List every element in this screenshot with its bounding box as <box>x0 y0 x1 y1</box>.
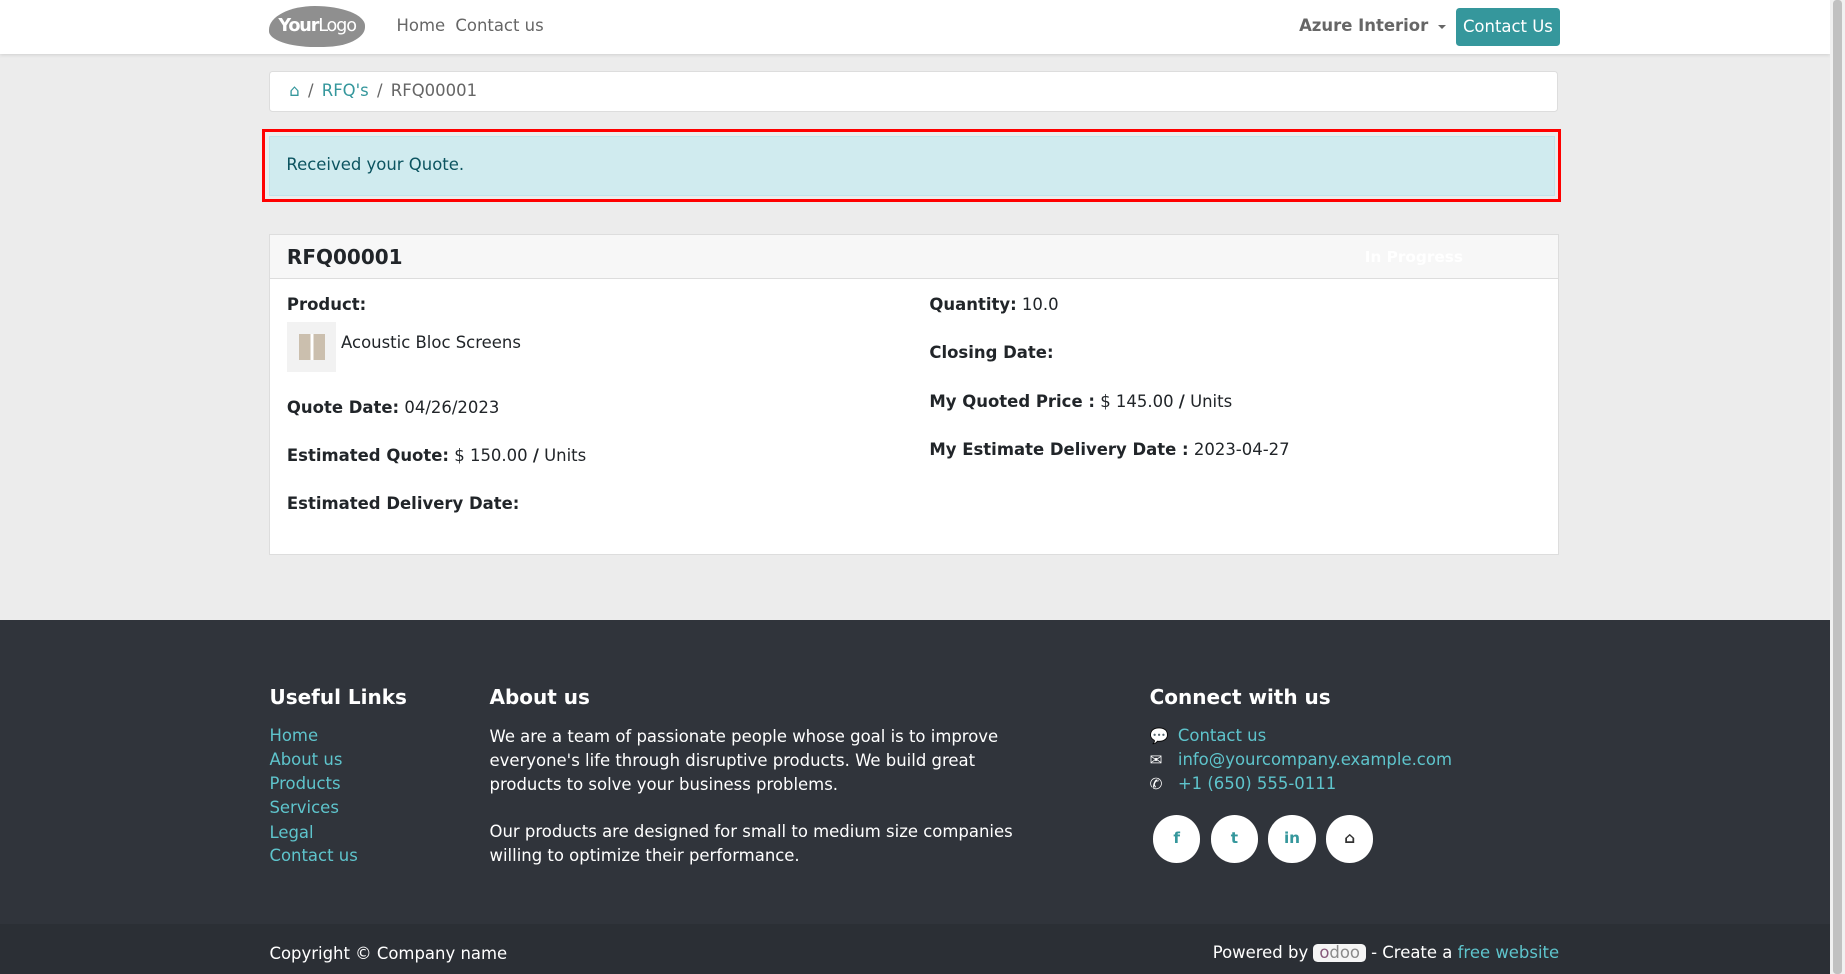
useful-links-title: Useful Links <box>269 684 407 709</box>
footer-link-legal[interactable]: Legal <box>269 823 313 842</box>
breadcrumb: ⌂ / RFQ's / RFQ00001 <box>269 70 1558 112</box>
logo[interactable]: YourLogo <box>269 5 365 48</box>
estimated-quote-label: Estimated Quote: <box>286 445 449 465</box>
comment-icon: 💬 <box>1149 727 1169 746</box>
my-delivery-date: 2023-04-27 <box>1193 439 1290 459</box>
home-icon[interactable]: ⌂ <box>1326 815 1374 863</box>
footer-link-contact[interactable]: Contact us <box>269 846 357 865</box>
quote-date-label: Quote Date: <box>286 397 400 417</box>
nav-home[interactable]: Home <box>397 16 446 35</box>
free-website-link[interactable]: free website <box>1458 943 1560 962</box>
quoted-price: $ 145.00 <box>1100 391 1174 411</box>
facebook-icon[interactable]: f <box>1153 815 1201 863</box>
powered-by: Powered by <box>1212 942 1309 962</box>
my-delivery-label: My Estimate Delivery Date : <box>929 439 1189 459</box>
slash: / <box>1178 391 1185 411</box>
footer-link-home[interactable]: Home <box>269 726 318 745</box>
company-dropdown[interactable]: Azure Interior <box>1299 16 1446 35</box>
rfq-title: RFQ00001 <box>286 244 403 269</box>
slash: / <box>532 445 539 465</box>
breadcrumb-current: RFQ00001 <box>390 80 478 100</box>
quantity: 10.0 <box>1021 295 1059 315</box>
footer-contact[interactable]: Contact us <box>1178 726 1266 745</box>
product-image <box>286 322 337 372</box>
envelope-icon: ✉ <box>1149 750 1163 769</box>
footer: Useful Links Home About us Products Serv… <box>0 620 1830 924</box>
quantity-label: Quantity: <box>929 295 1017 315</box>
product-name: Acoustic Bloc Screens <box>341 332 521 352</box>
breadcrumb-rfqs[interactable]: RFQ's <box>322 81 369 100</box>
connect-title: Connect with us <box>1149 684 1331 709</box>
status-badge: In Progress <box>1364 248 1463 267</box>
scrollbar[interactable] <box>1829 0 1845 974</box>
about-title: About us <box>489 684 590 709</box>
estimated-quote: $ 150.00 <box>454 445 528 465</box>
twitter-icon[interactable]: t <box>1210 815 1258 863</box>
footer-phone[interactable]: +1 (650) 555-0111 <box>1178 774 1336 793</box>
copyright-bar: Copyright © Company name Powered by odoo… <box>0 923 1830 974</box>
contact-us-button[interactable]: Contact Us <box>1455 8 1561 46</box>
about-text-2: Our products are designed for small to m… <box>489 822 1013 866</box>
quoted-price-label: My Quoted Price : <box>929 391 1095 411</box>
home-icon[interactable]: ⌂ <box>289 81 299 100</box>
estimated-quote-unit: Units <box>544 445 587 465</box>
closing-date-label: Closing Date: <box>929 343 1054 363</box>
quoted-price-unit: Units <box>1190 391 1233 411</box>
about-text-1: We are a team of passionate people whose… <box>489 726 999 794</box>
footer-link-services[interactable]: Services <box>269 798 338 817</box>
copyright: Copyright © Company name <box>269 943 508 963</box>
estimated-delivery-label: Estimated Delivery Date: <box>286 494 520 514</box>
odoo-logo[interactable]: odoo <box>1313 943 1366 963</box>
quote-date: 04/26/2023 <box>404 397 500 417</box>
create-text: - Create a <box>1371 942 1453 962</box>
alert-highlight: Received your Quote. <box>262 129 1562 203</box>
alert-message: Received your Quote. <box>268 135 1555 196</box>
footer-link-about[interactable]: About us <box>269 750 342 769</box>
footer-link-products[interactable]: Products <box>269 774 340 793</box>
linkedin-icon[interactable]: in <box>1268 815 1316 863</box>
phone-icon: ✆ <box>1149 775 1163 794</box>
navbar: YourLogo Home Contact us Azure Interior … <box>0 0 1830 55</box>
product-label: Product: <box>286 295 367 315</box>
rfq-card: RFQ00001 In Progress Product: Acoustic Bl… <box>269 234 1560 556</box>
footer-email[interactable]: info@yourcompany.example.com <box>1178 750 1452 769</box>
nav-contact-us[interactable]: Contact us <box>455 16 543 35</box>
